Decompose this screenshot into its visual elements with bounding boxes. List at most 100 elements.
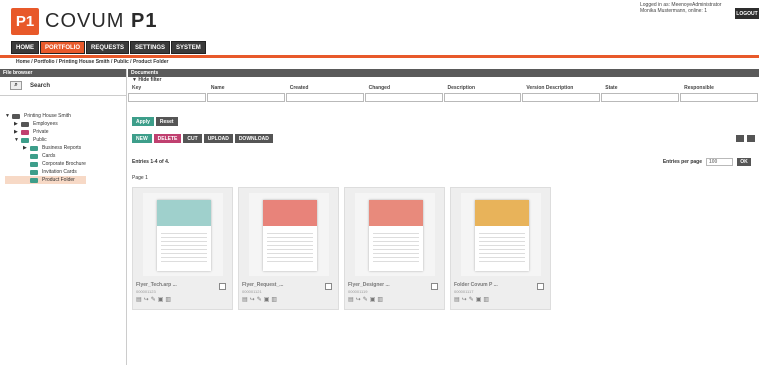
nav-divider <box>0 55 759 58</box>
preview-icon[interactable]: ▣ <box>370 296 376 303</box>
filter-labels: Key Name Created Changed Description Version … <box>128 85 759 91</box>
action-toolbar: NEW DELETE CUT UPLOAD DOWNLOAD <box>132 134 275 143</box>
expand-arrow-icon[interactable]: ▼ <box>5 113 12 119</box>
filter-input[interactable] <box>522 93 601 102</box>
documents-title: Documents <box>128 69 759 77</box>
upload-button[interactable]: UPLOAD <box>203 134 233 143</box>
preview-band <box>263 200 317 226</box>
tree-node[interactable]: Invitation Cards <box>5 168 86 176</box>
folder-icon <box>21 137 29 143</box>
nav-home[interactable]: HOME <box>11 41 39 54</box>
info-icon[interactable]: ▤ <box>136 296 142 303</box>
filter-label: State <box>605 85 618 91</box>
select-checkbox[interactable] <box>219 283 226 290</box>
document-thumbnail[interactable] <box>249 193 329 276</box>
document-card[interactable]: Flyer_Tech.arp ... 000001123 ▤ ↪ ✎ ▣ ▥ <box>132 187 233 310</box>
entries-count: Entries 1-4 of 4. <box>132 159 170 165</box>
filter-input[interactable] <box>680 93 758 102</box>
share-icon[interactable]: ↪ <box>462 296 467 303</box>
per-page-label: Entries per page <box>662 159 702 165</box>
grid-view-icon[interactable] <box>736 135 744 142</box>
nav-requests[interactable]: REQUESTS <box>86 41 130 54</box>
logo-text: COVUM P1 <box>45 9 158 32</box>
download-button[interactable]: DOWNLOAD <box>234 134 273 143</box>
expand-arrow-icon[interactable]: ▶ <box>14 129 21 135</box>
document-card[interactable]: Flyer_Designer ... 000001119 ▤ ↪ ✎ ▣ ▥ <box>344 187 445 310</box>
trash-icon[interactable]: ▥ <box>377 296 383 303</box>
info-icon[interactable]: ▤ <box>242 296 248 303</box>
cut-button[interactable]: CUT <box>183 134 202 143</box>
preview-band <box>475 200 529 226</box>
edit-icon[interactable]: ✎ <box>257 296 262 303</box>
filter-input[interactable] <box>364 93 443 102</box>
tree-node[interactable]: Corporate Brochure <box>5 160 86 168</box>
document-thumbnail[interactable] <box>143 193 223 276</box>
list-view-icon[interactable] <box>747 135 755 142</box>
logout-button[interactable]: LOGOUT <box>735 8 759 19</box>
tree-node-label: Printing House Smith <box>24 113 71 119</box>
tree-node[interactable]: Cards <box>5 152 86 160</box>
expand-arrow-icon[interactable]: ▶ <box>14 121 21 127</box>
search-button[interactable]: ⌕ Search <box>10 81 50 90</box>
new-button[interactable]: NEW <box>132 134 152 143</box>
expand-arrow-icon[interactable]: ▼ <box>14 137 21 143</box>
info-icon[interactable]: ▤ <box>454 296 460 303</box>
tree-node[interactable]: ▶ Business Reports <box>5 144 86 152</box>
edit-icon[interactable]: ✎ <box>363 296 368 303</box>
trash-icon[interactable]: ▥ <box>165 296 171 303</box>
edit-icon[interactable]: ✎ <box>469 296 474 303</box>
per-page-control: Entries per page 100 OK <box>663 158 751 166</box>
tree-node-label: Public <box>33 137 47 143</box>
document-name: Folder Covum P ... <box>454 282 498 288</box>
folder-icon <box>21 129 29 135</box>
document-preview <box>475 200 529 271</box>
document-cards: Flyer_Tech.arp ... 000001123 ▤ ↪ ✎ ▣ ▥ Flyer… <box>132 187 556 310</box>
document-thumbnail[interactable] <box>355 193 435 276</box>
filter-inputs <box>128 93 759 102</box>
filter-label: Responsible <box>684 85 714 91</box>
nav-portfolio[interactable]: PORTFOLIO <box>40 41 85 54</box>
document-thumbnail[interactable] <box>461 193 541 276</box>
per-page-input[interactable]: 100 <box>706 158 733 166</box>
tree-node[interactable]: ▼ Printing House Smith <box>5 112 86 120</box>
info-icon[interactable]: ▤ <box>348 296 354 303</box>
expand-arrow-icon[interactable]: ▶ <box>23 145 30 151</box>
per-page-ok-button[interactable]: OK <box>737 158 751 166</box>
tree-node[interactable]: ▶ Employees <box>5 120 86 128</box>
preview-icon[interactable]: ▣ <box>476 296 482 303</box>
select-checkbox[interactable] <box>431 283 438 290</box>
file-browser-panel: File browser ⌕ Search ▼ Printing House Sm… <box>0 69 127 365</box>
logo-badge: P1 <box>11 7 39 35</box>
folder-icon <box>30 145 38 151</box>
edit-icon[interactable]: ✎ <box>151 296 156 303</box>
delete-button[interactable]: DELETE <box>153 134 182 143</box>
trash-icon[interactable]: ▥ <box>271 296 277 303</box>
preview-icon[interactable]: ▣ <box>264 296 270 303</box>
document-card[interactable]: Flyer_Request_... 000001121 ▤ ↪ ✎ ▣ ▥ <box>238 187 339 310</box>
document-card[interactable]: Folder Covum P ... 000001117 ▤ ↪ ✎ ▣ ▥ <box>450 187 551 310</box>
reset-button[interactable]: Reset <box>155 117 178 126</box>
trash-icon[interactable]: ▥ <box>483 296 489 303</box>
folder-icon <box>30 161 38 167</box>
document-name: Flyer_Designer ... <box>348 282 390 288</box>
nav-system[interactable]: SYSTEM <box>171 41 206 54</box>
filter-input[interactable] <box>206 93 285 102</box>
tree-node[interactable]: Product Folder <box>5 176 86 184</box>
document-id: 000001123 <box>136 289 156 294</box>
logo: P1 COVUM P1 <box>11 7 157 35</box>
select-checkbox[interactable] <box>325 283 332 290</box>
apply-button[interactable]: Apply <box>132 117 154 126</box>
filter-input[interactable] <box>128 93 206 102</box>
share-icon[interactable]: ↪ <box>144 296 149 303</box>
hide-filter-toggle[interactable]: ▼ Hide filter <box>128 77 759 84</box>
tree-node[interactable]: ▼ Public <box>5 136 86 144</box>
share-icon[interactable]: ↪ <box>356 296 361 303</box>
filter-input[interactable] <box>443 93 522 102</box>
preview-icon[interactable]: ▣ <box>158 296 164 303</box>
share-icon[interactable]: ↪ <box>250 296 255 303</box>
tree-node[interactable]: ▶ Private <box>5 128 86 136</box>
select-checkbox[interactable] <box>537 283 544 290</box>
filter-input[interactable] <box>285 93 364 102</box>
filter-input[interactable] <box>601 93 680 102</box>
nav-settings[interactable]: SETTINGS <box>130 41 171 54</box>
